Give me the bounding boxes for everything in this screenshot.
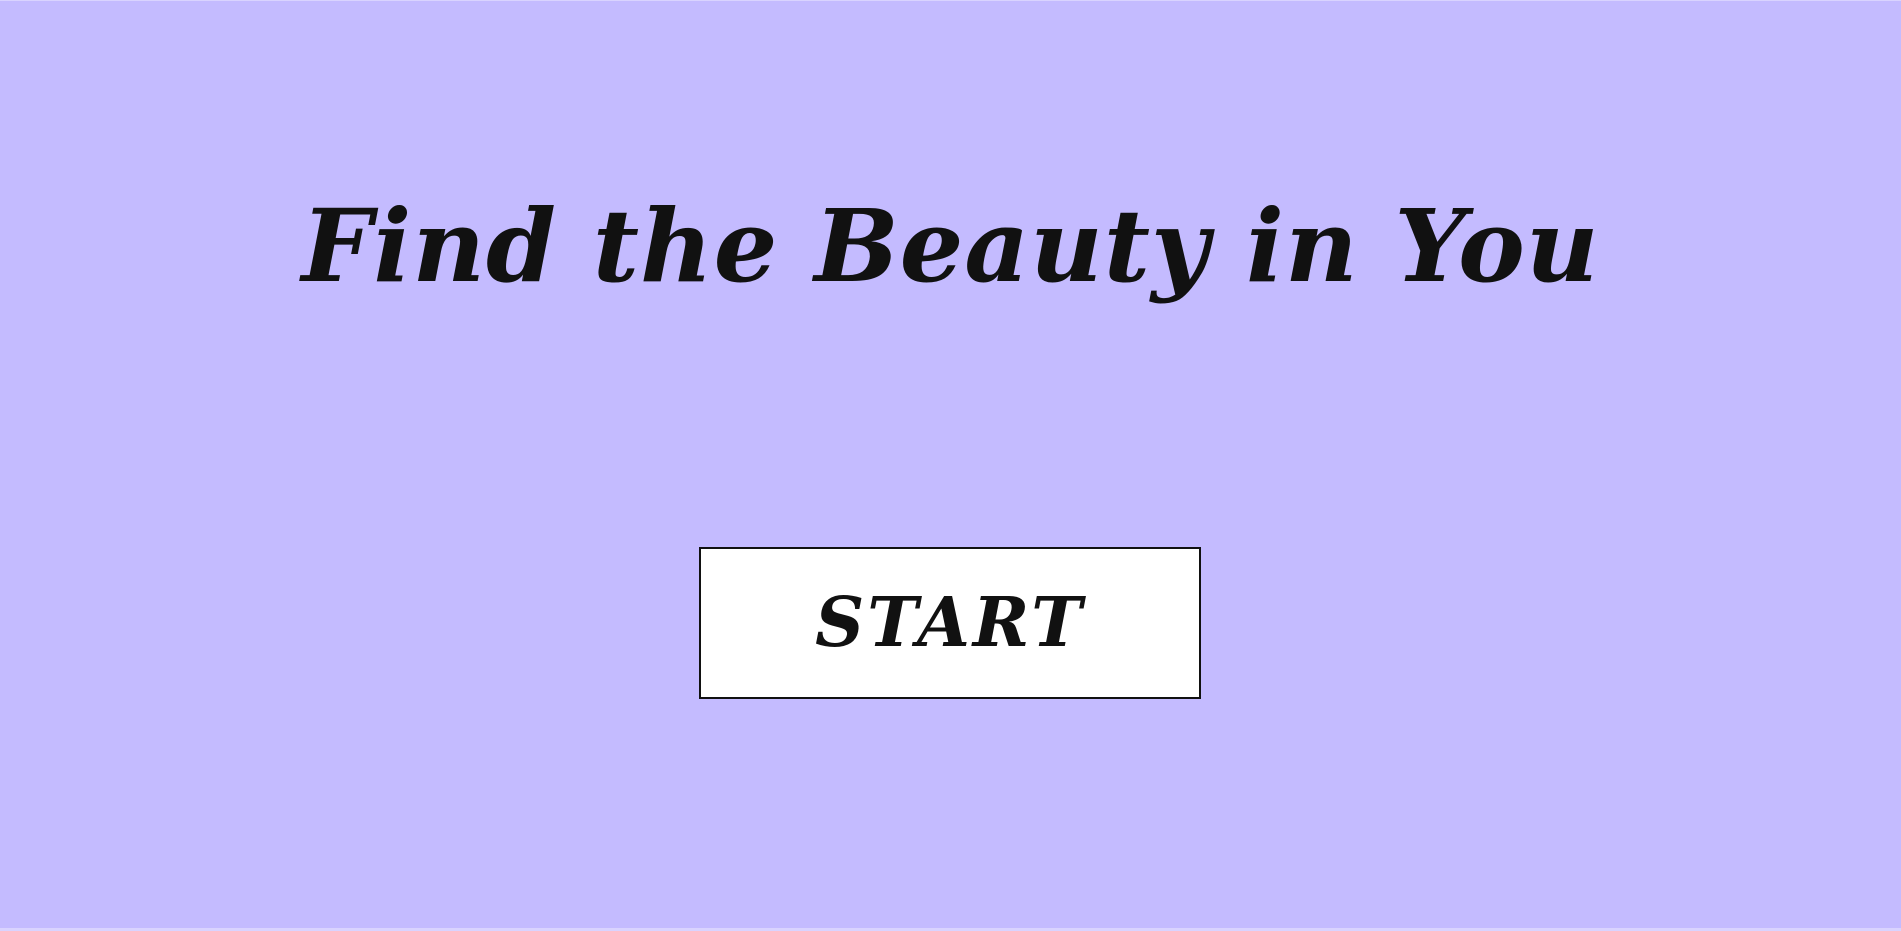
page-title: Find the Beauty in You	[301, 187, 1600, 305]
start-button[interactable]: START	[699, 547, 1201, 699]
landing-page: Find the Beauty in You START	[0, 0, 1901, 931]
